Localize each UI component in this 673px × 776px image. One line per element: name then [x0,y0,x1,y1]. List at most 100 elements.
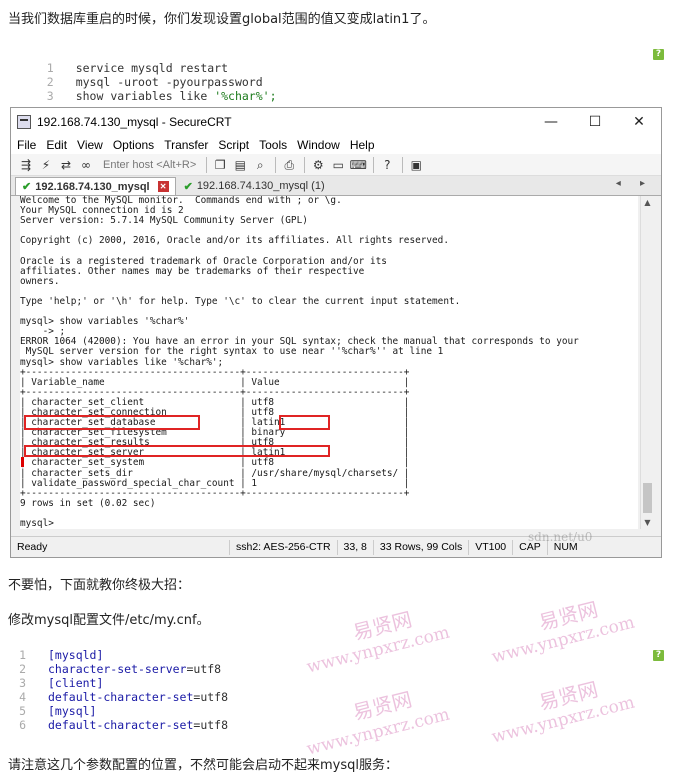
session-options-icon[interactable]: ▭ [329,157,347,173]
toolbar: ⇶ ⚡ ⇄ ∞ Enter host <Alt+R> ❐ ▤ ⌕ ⎙ ⚙ ▭ ⌨… [11,154,661,176]
menu-transfer[interactable]: Transfer [164,138,208,152]
config-value: =utf8 [193,718,229,732]
help-question-icon[interactable]: ? [378,157,396,173]
status-bar: Ready ssh2: AES-256-CTR 33, 8 33 Rows, 9… [11,536,661,557]
terminal-line: Copyright (c) 2000, 2016, Oracle and/or … [20,235,449,247]
terminal-line: mysql> [20,518,54,529]
status-cipher: ssh2: AES-256-CTR [229,539,337,555]
code-line: 5 [mysql] [8,704,668,718]
connected-check-icon: ✔ [22,181,32,193]
copy-icon[interactable]: ❐ [211,157,229,173]
menu-script[interactable]: Script [218,138,249,152]
watermark-text: 易贤网 [350,607,415,645]
code-line: 1 service mysqld restart ? [8,47,668,75]
settings-icon[interactable]: ⚙ [309,157,327,173]
help-icon[interactable]: ? [653,650,664,661]
config-key: default-character-set [48,690,194,704]
terminal-line: Server version: 5.7.14 MySQL Community S… [20,215,308,227]
minimize-icon[interactable]: — [529,108,573,136]
print-icon[interactable]: ⎙ [280,157,298,173]
status-num: NUM [546,539,584,555]
tip-paragraph: 不要怕，下面就教你终极大招： [8,578,191,593]
config-value: =utf8 [193,690,229,704]
terminal-line: affiliates. Other names may be trademark… [20,265,365,277]
line-number: 3 [46,89,54,103]
tab-session-1[interactable]: ✔ 192.168.74.130_mysql ✕ [15,177,176,195]
terminal-line: mysql> show variables '%char%' [20,316,190,328]
securecrt-app-icon [17,115,31,129]
screen-icon[interactable]: ▣ [407,157,425,173]
toolbar-separator [373,156,375,173]
code-block-mycnf: 1 [mysqld]? 2 character-set-server=utf8 3 [cl… [8,648,668,732]
close-icon[interactable]: ✕ [617,108,661,136]
window-controls: — ☐ ✕ [529,108,661,136]
line-number: 2 [19,662,26,676]
code-text: show variables like [75,89,215,103]
menu-options[interactable]: Options [113,138,154,152]
code-block-restart: 1 service mysqld restart ? 2 mysql -uroot … [8,47,668,103]
scroll-up-icon[interactable]: ▲ [641,196,654,209]
code-line: 3 [client] [8,676,668,690]
terminal-output[interactable]: Welcome to the MySQL monitor. Commands e… [20,196,638,529]
status-cap: CAP [512,539,547,555]
tab-close-icon[interactable]: ✕ [157,181,169,192]
session-tab-bar: ✔ 192.168.74.130_mysql ✕ ✔ 192.168.74.13… [11,176,661,196]
line-number: 6 [19,718,26,732]
scroll-down-icon[interactable]: ▼ [641,516,654,529]
paste-icon[interactable]: ▤ [231,157,249,173]
tab-label: 192.168.74.130_mysql [35,180,150,193]
toolbar-separator [402,156,404,173]
menu-window[interactable]: Window [297,138,340,152]
status-ready: Ready [17,540,48,553]
menu-bar: File Edit View Options Transfer Script T… [11,136,661,154]
code-line: 4 default-character-set=utf8 [8,690,668,704]
config-key: [mysql] [48,704,97,718]
code-line: 3 show variables like '%char%'; [8,75,668,103]
line-number: 1 [19,648,26,662]
help-icon[interactable]: ? [653,49,664,60]
menu-tools[interactable]: Tools [259,138,287,152]
link-icon[interactable]: ∞ [77,157,95,173]
status-terminal-type: VT100 [468,539,512,555]
menu-view[interactable]: View [77,138,103,152]
line-number: 4 [19,690,26,704]
quick-connect-icon[interactable]: ⚡ [37,157,55,173]
host-input[interactable]: Enter host <Alt+R> [103,159,196,171]
line-number: 3 [19,676,26,690]
terminal-scrollbar[interactable]: ▲ ▼ [640,196,653,529]
reconnect-icon[interactable]: ⇄ [57,157,75,173]
code-line: 6 default-character-set=utf8 [8,718,668,732]
scroll-thumb[interactable] [643,483,652,513]
code-line: 1 [mysqld]? [8,648,668,662]
menu-file[interactable]: File [17,138,36,152]
find-icon[interactable]: ⌕ [251,157,269,173]
intro-paragraph: 当我们数据库重启的时候，你们发现设置global范围的值又变成latin1了。 [8,12,436,27]
toolbar-separator [304,156,306,173]
connected-check-icon: ✔ [183,180,193,193]
config-value: =utf8 [186,662,222,676]
highlight-character-set-server [24,445,330,457]
modify-config-paragraph: 修改mysql配置文件/etc/my.cnf。 [8,613,210,628]
securecrt-window: 192.168.74.130_mysql - SecureCRT — ☐ ✕ F… [10,107,662,558]
tab-label: 192.168.74.130_mysql (1) [196,180,325,192]
connect-icon[interactable]: ⇶ [17,157,35,173]
menu-edit[interactable]: Edit [46,138,67,152]
menu-help[interactable]: Help [350,138,375,152]
note-paragraph: 请注意这几个参数配置的位置，不然可能会启动不起来mysql服务： [8,758,398,773]
config-key: [mysqld] [48,648,104,662]
keymap-icon[interactable]: ⌨ [349,157,367,173]
terminal-line: Type 'help;' or '\h' for help. Type '\c'… [20,295,461,307]
code-line: 2 mysql -uroot -pyourpassword [8,61,668,89]
tab-session-2[interactable]: ✔ 192.168.74.130_mysql (1) [178,177,331,195]
cursor-marker [21,457,24,467]
status-position: 33, 8 [336,539,373,555]
code-string: '%char%'; [214,89,277,103]
maximize-icon[interactable]: ☐ [573,108,617,136]
status-size: 33 Rows, 99 Cols [372,539,468,555]
line-number: 5 [19,704,26,718]
config-key: default-character-set [48,718,194,732]
terminal-line: 9 rows in set (0.02 sec) [20,497,156,509]
highlight-latin1-database [279,415,330,430]
tab-scroll-arrows-icon[interactable]: ◂ ▸ [616,178,653,189]
